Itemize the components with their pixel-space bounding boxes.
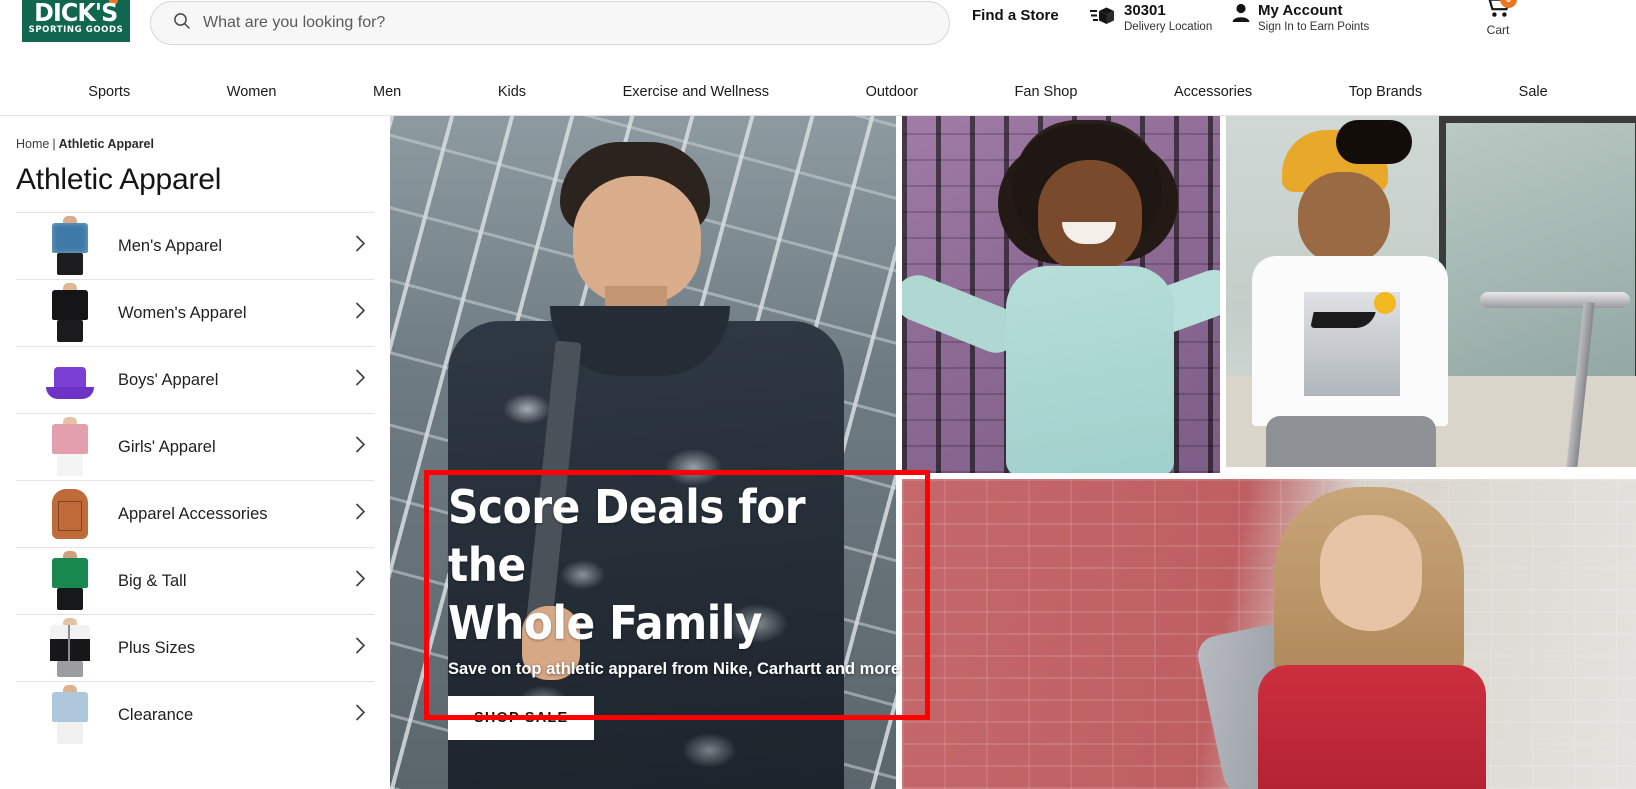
sidebar-item-label: Big & Tall bbox=[118, 571, 187, 590]
nav-item-fan-shop[interactable]: Fan Shop bbox=[1015, 84, 1078, 100]
category-sidebar: Home | Athletic Apparel Athletic Apparel M… bbox=[0, 116, 390, 789]
search-bar[interactable] bbox=[150, 1, 950, 45]
my-account-button[interactable]: My Account Sign In to Earn Points bbox=[1232, 0, 1369, 34]
shop-sale-button[interactable]: SHOP SALE bbox=[448, 696, 595, 740]
chevron-right-icon bbox=[355, 503, 366, 526]
sidebar-item-womens-apparel[interactable]: Women's Apparel bbox=[16, 279, 374, 346]
nav-item-men[interactable]: Men bbox=[373, 84, 401, 100]
sidebar-item-label: Clearance bbox=[118, 705, 194, 724]
nav-item-sale[interactable]: Sale bbox=[1519, 84, 1548, 100]
search-input[interactable] bbox=[203, 14, 903, 32]
sidebar-item-label: Men's Apparel bbox=[118, 236, 223, 255]
chevron-right-icon bbox=[355, 302, 366, 325]
nav-item-women[interactable]: Women bbox=[227, 84, 277, 100]
hero-headline-line-2: Whole Family bbox=[448, 596, 762, 650]
hero-subheadline: Save on top athletic apparel from Nike, … bbox=[448, 660, 901, 678]
black-white-jacket-thumbnail bbox=[44, 617, 96, 679]
sidebar-item-label: Apparel Accessories bbox=[118, 504, 268, 523]
orange-backpack-thumbnail bbox=[44, 483, 96, 545]
mens-blue-tee-thumbnail bbox=[44, 215, 96, 277]
sidebar-item-clearance[interactable]: Clearance bbox=[16, 681, 374, 748]
chevron-right-icon bbox=[355, 570, 366, 593]
page-root: DICK'S SPORTING GOODS Find a Store bbox=[0, 0, 1636, 789]
chevron-right-icon bbox=[355, 637, 366, 660]
cart-label: Cart bbox=[1486, 23, 1510, 37]
sidebar-item-label: Boys' Apparel bbox=[118, 370, 219, 389]
nav-item-top-brands[interactable]: Top Brands bbox=[1349, 84, 1422, 100]
purple-bucket-hat-thumbnail bbox=[44, 349, 96, 411]
delivery-label: Delivery Location bbox=[1124, 21, 1213, 33]
girl-in-mint-top-photo[interactable] bbox=[902, 116, 1220, 473]
sidebar-item-label: Plus Sizes bbox=[118, 638, 196, 657]
boy-in-nike-tee-photo[interactable] bbox=[1226, 116, 1636, 467]
girls-pink-tank-thumbnail bbox=[44, 416, 96, 478]
hero-headline-line-1: Score Deals for the bbox=[448, 480, 806, 592]
womens-black-tee-thumbnail bbox=[44, 282, 96, 344]
search-icon bbox=[173, 12, 191, 35]
breadcrumb-separator: | bbox=[52, 137, 56, 151]
find-a-store-link[interactable]: Find a Store bbox=[972, 7, 1059, 24]
shopping-cart-icon bbox=[1483, 0, 1513, 24]
sidebar-item-label: Women's Apparel bbox=[118, 303, 247, 322]
primary-navigation: Sports Women Men Kids Exercise and Welln… bbox=[0, 68, 1636, 116]
breadcrumb-home[interactable]: Home bbox=[16, 137, 49, 151]
sidebar-item-big-and-tall[interactable]: Big & Tall bbox=[16, 547, 374, 614]
hero-promo-block: Score Deals for the Whole Family Save on… bbox=[448, 478, 928, 740]
chevron-right-icon bbox=[355, 235, 366, 258]
nav-item-kids[interactable]: Kids bbox=[498, 84, 526, 100]
account-subtitle: Sign In to Earn Points bbox=[1258, 21, 1370, 33]
delivery-box-icon bbox=[1090, 6, 1116, 31]
breadcrumb-current: Athletic Apparel bbox=[58, 137, 154, 151]
chevron-right-icon bbox=[355, 704, 366, 727]
logo-line-1: DICK'S bbox=[34, 0, 118, 27]
green-tee-thumbnail bbox=[44, 550, 96, 612]
nav-item-sports[interactable]: Sports bbox=[88, 84, 130, 100]
nav-items: Sports Women Men Kids Exercise and Welln… bbox=[0, 84, 1636, 100]
breadcrumb: Home | Athletic Apparel bbox=[16, 137, 390, 151]
chevron-right-icon bbox=[355, 436, 366, 459]
delivery-location-button[interactable]: 30301 Delivery Location bbox=[1090, 0, 1212, 34]
sidebar-item-mens-apparel[interactable]: Men's Apparel bbox=[16, 212, 374, 279]
dicks-sporting-goods-logo[interactable]: DICK'S SPORTING GOODS bbox=[22, 0, 130, 42]
page-title: Athletic Apparel bbox=[16, 163, 222, 196]
category-list: Men's Apparel Women's Apparel Boys' Appa… bbox=[0, 212, 390, 748]
chevron-right-icon bbox=[355, 369, 366, 392]
account-title: My Account bbox=[1258, 2, 1343, 19]
nav-item-exercise-and-wellness[interactable]: Exercise and Wellness bbox=[623, 84, 769, 100]
sidebar-item-plus-sizes[interactable]: Plus Sizes bbox=[16, 614, 374, 681]
site-header: DICK'S SPORTING GOODS Find a Store bbox=[0, 0, 1636, 68]
light-blue-polo-thumbnail bbox=[44, 684, 96, 746]
nav-item-outdoor[interactable]: Outdoor bbox=[866, 84, 918, 100]
sidebar-item-boys-apparel[interactable]: Boys' Apparel bbox=[16, 346, 374, 413]
nav-item-accessories[interactable]: Accessories bbox=[1174, 84, 1252, 100]
sidebar-item-girls-apparel[interactable]: Girls' Apparel bbox=[16, 413, 374, 480]
delivery-zip: 30301 bbox=[1124, 2, 1166, 19]
sidebar-item-apparel-accessories[interactable]: Apparel Accessories bbox=[16, 480, 374, 547]
sidebar-item-label: Girls' Apparel bbox=[118, 437, 216, 456]
person-icon bbox=[1232, 3, 1250, 28]
cart-button[interactable]: 0 Cart bbox=[1470, 0, 1526, 37]
woman-in-red-vest-photo[interactable] bbox=[902, 479, 1636, 789]
